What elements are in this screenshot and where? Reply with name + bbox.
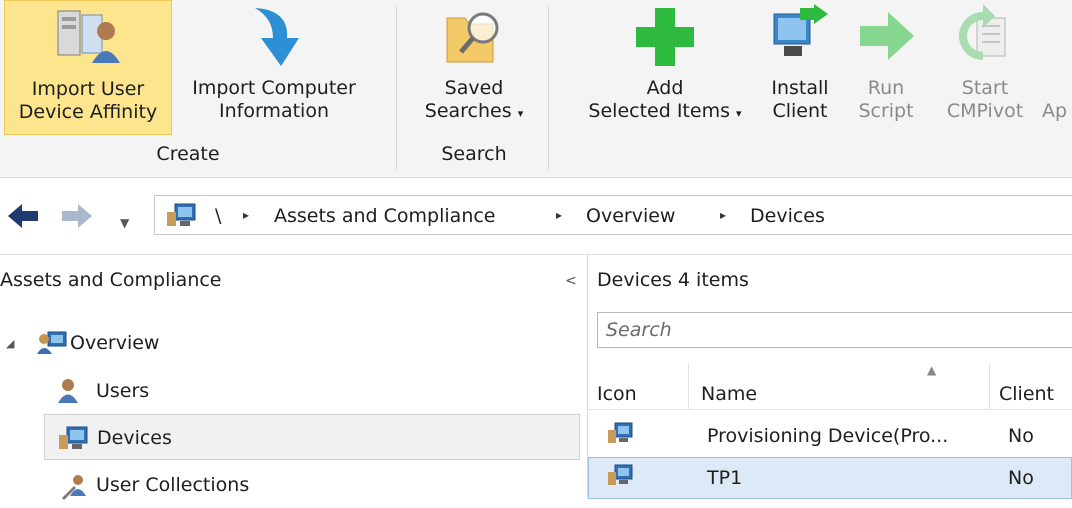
start-cmpivot-label-2: CMPivot xyxy=(946,100,1024,122)
breadcrumb-separator[interactable]: ▸ xyxy=(556,208,562,222)
overview-icon xyxy=(36,330,68,361)
run-script-button[interactable]: Run Script xyxy=(846,0,926,135)
breadcrumb-root[interactable]: \ xyxy=(215,205,221,227)
devices-icon xyxy=(57,425,89,456)
import-computer-information-button[interactable]: Import Computer Information xyxy=(176,0,372,135)
nav-pane-title: Assets and Compliance xyxy=(0,269,222,291)
import-computer-label-2: Information xyxy=(219,100,329,122)
nav-item-label: Devices xyxy=(97,427,172,449)
breadcrumb-separator[interactable]: ▸ xyxy=(243,208,249,222)
import-user-device-affinity-button[interactable]: Import User Device Affinity xyxy=(4,0,172,135)
group-label-search: Search xyxy=(441,143,507,165)
back-arrow-icon[interactable] xyxy=(6,202,40,235)
sort-ascending-icon: ▲ xyxy=(927,363,937,377)
import-computer-label-1: Import Computer xyxy=(192,77,356,99)
column-header-client[interactable]: Client xyxy=(990,363,1072,409)
add-selected-label-1: Add xyxy=(646,77,684,99)
import-user-label-1: Import User xyxy=(31,78,145,100)
run-script-label-2: Script xyxy=(858,100,914,122)
group-separator xyxy=(396,6,397,170)
group-label-create: Create xyxy=(156,143,220,165)
run-script-label-1: Run xyxy=(867,77,905,99)
cell-client: No xyxy=(1008,425,1034,447)
breadcrumb-overview[interactable]: Overview xyxy=(586,205,675,227)
column-header-icon[interactable]: Icon xyxy=(588,363,688,409)
grid-header: Icon ▲ Name Client xyxy=(588,363,1072,410)
add-selected-items-button[interactable]: Add Selected Items ▾ xyxy=(570,0,760,135)
add-icon xyxy=(632,4,698,76)
nav-item-label: User Collections xyxy=(96,474,250,496)
users-icon xyxy=(56,378,80,409)
nav-item-user-collections[interactable]: User Collections xyxy=(44,462,580,508)
saved-searches-icon xyxy=(441,4,507,76)
nav-item-label: Overview xyxy=(70,332,160,354)
nav-item-devices[interactable]: Devices xyxy=(44,414,580,460)
saved-searches-caret: ▾ xyxy=(517,107,524,120)
device-icon xyxy=(606,463,634,492)
cell-name: TP1 xyxy=(707,467,743,489)
devices-icon xyxy=(165,202,197,232)
start-cmpivot-label-1: Start xyxy=(961,77,1009,99)
saved-searches-label-2: Searches xyxy=(424,100,512,122)
column-header-label: Client xyxy=(999,383,1055,405)
breadcrumb: \ ▸ Assets and Compliance ▸ Overview ▸ D… xyxy=(154,195,1072,235)
forward-arrow-icon[interactable] xyxy=(60,202,94,235)
nav-item-overview[interactable]: ◢ Overview xyxy=(0,320,580,366)
table-row[interactable]: Provisioning Device(Pro... No xyxy=(588,415,1072,457)
collapse-pane-icon[interactable]: < xyxy=(565,273,577,289)
start-cmpivot-icon xyxy=(953,4,1017,74)
navigation-pane: Assets and Compliance < ◢ Overview Users xyxy=(0,255,588,500)
install-client-label-2: Client xyxy=(772,100,828,122)
user-collections-icon xyxy=(60,474,88,505)
results-title: Devices 4 items xyxy=(597,269,749,291)
device-icon xyxy=(606,421,634,450)
import-user-label-2: Device Affinity xyxy=(18,101,158,123)
search-box xyxy=(597,312,1072,348)
breadcrumb-assets-and-compliance[interactable]: Assets and Compliance xyxy=(274,205,496,227)
add-selected-caret: ▾ xyxy=(736,107,742,120)
saved-searches-label-1: Saved xyxy=(444,77,504,99)
address-bar: ▼ \ ▸ Assets and Compliance ▸ Overview ▸… xyxy=(0,178,1072,255)
search-input[interactable] xyxy=(598,313,1072,347)
breadcrumb-devices[interactable]: Devices xyxy=(750,205,825,227)
add-selected-label-2: Selected Items xyxy=(588,100,730,122)
import-computer-information-icon xyxy=(243,4,305,76)
column-header-name[interactable]: ▲ Name xyxy=(689,363,989,409)
saved-searches-button[interactable]: Saved Searches ▾ xyxy=(410,0,538,135)
truncated-label-2: Ap xyxy=(1042,100,1068,122)
install-client-label-1: Install xyxy=(771,77,829,99)
column-header-label: Name xyxy=(701,383,758,405)
nav-item-users[interactable]: Users xyxy=(44,368,580,414)
table-row[interactable]: TP1 No xyxy=(588,457,1072,499)
expand-collapse-icon[interactable]: ◢ xyxy=(6,337,14,350)
breadcrumb-separator[interactable]: ▸ xyxy=(720,208,726,222)
install-client-icon xyxy=(768,4,832,74)
start-cmpivot-button[interactable]: Start CMPivot xyxy=(930,0,1040,135)
run-script-icon xyxy=(854,4,918,74)
import-user-device-affinity-icon xyxy=(52,5,124,73)
install-client-button[interactable]: Install Client xyxy=(760,0,840,135)
ribbon: Import User Device Affinity Import Compu… xyxy=(0,0,1072,178)
group-separator xyxy=(548,6,549,170)
column-header-label: Icon xyxy=(597,383,637,405)
cell-client: No xyxy=(1008,467,1034,489)
history-dropdown-icon[interactable]: ▼ xyxy=(120,210,129,236)
truncated-ribbon-button[interactable]: Ap xyxy=(1040,0,1072,135)
results-pane: Devices 4 items Icon ▲ Name Client Provi… xyxy=(588,255,1072,499)
cell-name: Provisioning Device(Pro... xyxy=(707,425,949,447)
nav-item-label: Users xyxy=(96,380,150,402)
